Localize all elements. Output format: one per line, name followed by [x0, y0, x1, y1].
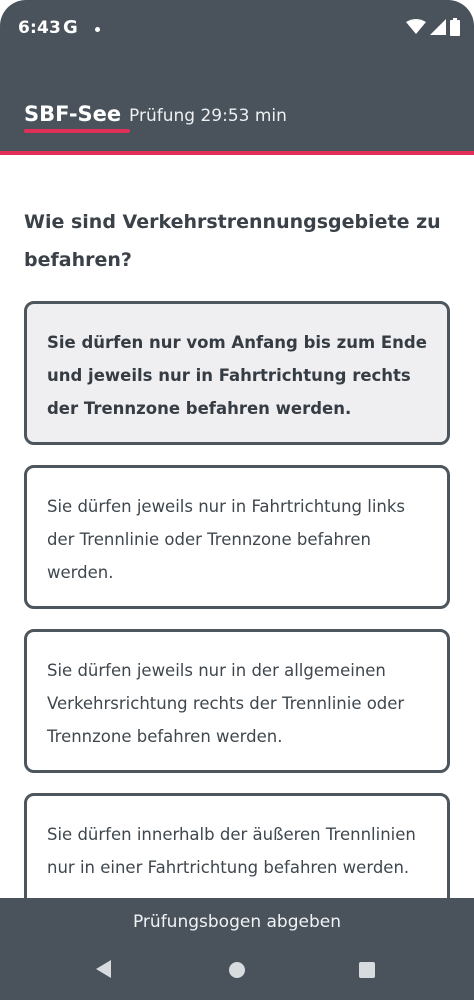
notification-dot-icon: [95, 27, 100, 32]
brand-title: SBF-See: [24, 102, 122, 126]
exam-timer: 29:53 min: [200, 106, 287, 126]
battery-icon: [450, 18, 460, 36]
wifi-icon: [406, 19, 426, 34]
google-icon: G: [63, 17, 78, 38]
recents-icon[interactable]: [359, 962, 375, 978]
back-icon[interactable]: [96, 960, 111, 978]
exam-info: Prüfung 29:53 min: [129, 106, 287, 126]
status-icons: [406, 18, 460, 36]
answer-option-1[interactable]: Sie dürfen nur vom Anfang bis zum Ende u…: [24, 301, 450, 445]
header-accent-line: [0, 151, 474, 155]
app-bar: SBF-See Prüfung 29:53 min: [0, 58, 474, 151]
status-bar: 6:43 G: [0, 0, 474, 58]
status-time: 6:43: [18, 18, 62, 38]
answer-option-3[interactable]: Sie dürfen jeweils nur in der allgemeine…: [24, 629, 450, 773]
brand-underline: [24, 129, 130, 133]
answer-option-2[interactable]: Sie dürfen jeweils nur in Fahrtrichtung …: [24, 465, 450, 609]
submit-exam-button[interactable]: Prüfungsbogen abgeben: [0, 898, 474, 946]
question-text: Wie sind Verkehrstrennungsgebiete zu bef…: [24, 211, 441, 271]
exam-label: Prüfung: [129, 106, 196, 126]
answer-list: Sie dürfen nur vom Anfang bis zum Ende u…: [24, 301, 450, 943]
signal-icon: [430, 19, 446, 35]
bottom-bar: Prüfungsbogen abgeben: [0, 898, 474, 1000]
home-icon[interactable]: [229, 962, 245, 978]
